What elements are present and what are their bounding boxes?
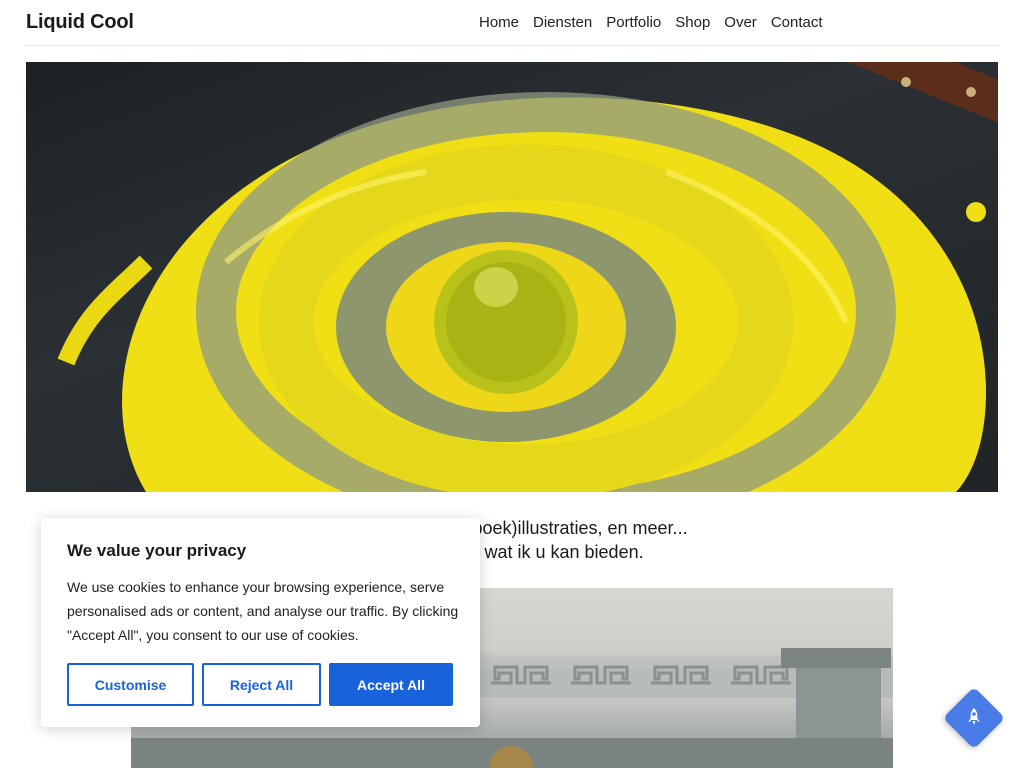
scroll-to-top-button[interactable] [942,686,1006,750]
rocket-icon [968,708,980,725]
paint-swirl-illustration [57,62,998,492]
reject-all-button[interactable]: Reject All [202,663,321,706]
nav-diensten[interactable]: Diensten [533,14,592,31]
cookie-title: We value your privacy [67,541,247,560]
cookie-description: We use cookies to enhance your browsing … [67,579,459,643]
hero-image [26,62,998,492]
site-header: Liquid Cool Home Diensten Portfolio Shop… [26,0,998,46]
nav-portfolio[interactable]: Portfolio [606,14,661,31]
nav-contact[interactable]: Contact [771,14,823,31]
nav-over[interactable]: Over [724,14,757,31]
accept-all-button[interactable]: Accept All [329,663,453,706]
nav-shop[interactable]: Shop [675,14,710,31]
cookie-consent-banner: We value your privacy We use cookies to … [41,518,480,727]
main-nav: Home Diensten Portfolio Shop Over Contac… [479,14,823,31]
nav-home[interactable]: Home [479,14,519,31]
site-logo[interactable]: Liquid Cool [26,11,134,34]
customise-button[interactable]: Customise [67,663,194,706]
